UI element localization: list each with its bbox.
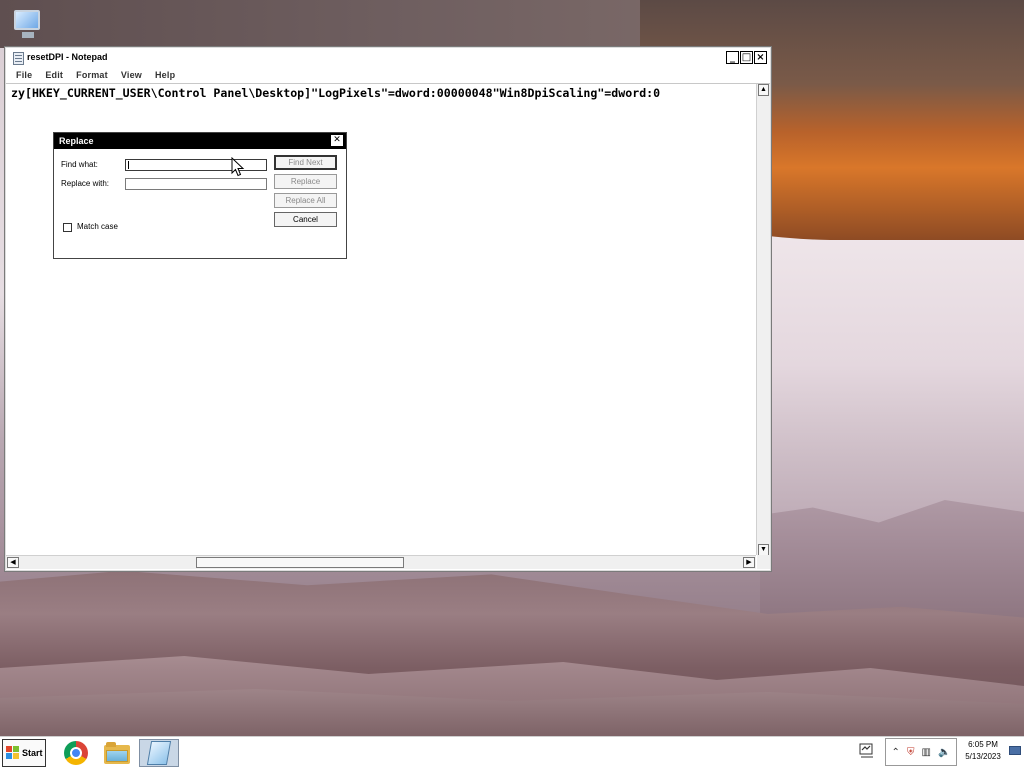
- logo-part: [13, 746, 19, 752]
- replace-with-input[interactable]: [125, 178, 267, 190]
- chevron-up-icon[interactable]: ⌃: [892, 747, 900, 758]
- scrollbar-corner: [757, 555, 770, 569]
- clock-date: 5/13/2023: [965, 752, 1001, 761]
- chrome-icon: [64, 741, 88, 765]
- dialog-close-button[interactable]: ✕: [331, 135, 343, 146]
- window-title: resetDPI - Notepad: [27, 52, 108, 62]
- monitor-stand: [22, 32, 34, 38]
- start-label: Start: [22, 748, 43, 758]
- maximize-button[interactable]: □: [740, 51, 753, 64]
- horizontal-scroll-thumb[interactable]: [196, 557, 404, 568]
- replace-all-button[interactable]: Replace All: [274, 193, 337, 208]
- replace-dialog: Replace ✕ Find what: Replace with: Match…: [53, 132, 347, 259]
- logo-part: [6, 753, 12, 759]
- computer-desktop-icon[interactable]: [8, 6, 44, 42]
- vertical-scrollbar[interactable]: ▲ ▼: [756, 84, 770, 555]
- menu-help[interactable]: Help: [155, 70, 175, 80]
- minimize-button[interactable]: _: [726, 51, 739, 64]
- match-case-checkbox[interactable]: [63, 223, 72, 232]
- replace-button[interactable]: Replace: [274, 174, 337, 189]
- notepad-titlebar[interactable]: resetDPI - Notepad _ □ ×: [6, 48, 770, 68]
- clock-time: 6:05 PM: [968, 740, 998, 749]
- menu-view[interactable]: View: [121, 70, 142, 80]
- start-button[interactable]: Start: [2, 739, 46, 767]
- editor-text-line: zy[HKEY_CURRENT_USER\Control Panel\Deskt…: [11, 86, 661, 100]
- notepad-icon: [146, 741, 172, 765]
- windows-logo-icon: [6, 746, 20, 760]
- network-icon[interactable]: ▥: [922, 747, 931, 758]
- window-controls: _ □ ×: [725, 51, 767, 64]
- taskbar-chrome[interactable]: [56, 739, 96, 767]
- folder-icon: [104, 742, 130, 764]
- mouse-cursor-icon: [231, 157, 245, 177]
- taskbar-notepad[interactable]: [139, 739, 179, 767]
- close-button[interactable]: ×: [754, 51, 767, 64]
- folder-front: [106, 750, 128, 762]
- security-icon[interactable]: ⛨: [907, 747, 915, 758]
- scroll-left-arrow-icon[interactable]: ◀: [7, 557, 19, 568]
- menu-edit[interactable]: Edit: [45, 70, 63, 80]
- volume-icon[interactable]: 🔈: [938, 747, 950, 758]
- wallpaper-sky: [760, 230, 1024, 530]
- replace-with-label: Replace with:: [61, 179, 110, 188]
- action-center-flag-icon[interactable]: [858, 741, 876, 759]
- replace-dialog-titlebar[interactable]: Replace ✕: [54, 133, 346, 149]
- find-what-input[interactable]: [125, 159, 267, 171]
- taskbar-clock[interactable]: 6:05 PM 5/13/2023: [958, 739, 1008, 763]
- taskbar-file-explorer[interactable]: [97, 739, 137, 767]
- menu-format[interactable]: Format: [76, 70, 108, 80]
- logo-part: [6, 746, 12, 752]
- system-tray: ⌃ ⛨ ▥ 🔈: [885, 738, 957, 766]
- notepad-app-icon: [13, 52, 24, 65]
- show-desktop-button[interactable]: [1009, 746, 1021, 755]
- monitor-screen-icon: [14, 10, 40, 30]
- menu-file[interactable]: File: [16, 70, 32, 80]
- cancel-button[interactable]: Cancel: [274, 212, 337, 227]
- logo-part: [13, 753, 19, 759]
- find-next-button[interactable]: Find Next: [274, 155, 337, 170]
- text-caret: [128, 161, 129, 169]
- menu-bar: File Edit Format View Help: [6, 67, 770, 82]
- folder-tab: [106, 742, 116, 747]
- replace-dialog-title: Replace: [59, 136, 94, 146]
- notepad-window: resetDPI - Notepad _ □ × File Edit Forma…: [4, 46, 772, 572]
- scroll-down-arrow-icon[interactable]: ▼: [758, 544, 769, 555]
- scroll-right-arrow-icon[interactable]: ▶: [743, 557, 755, 568]
- find-what-label: Find what:: [61, 160, 98, 169]
- match-case-label: Match case: [77, 222, 118, 231]
- scroll-up-arrow-icon[interactable]: ▲: [758, 84, 769, 96]
- horizontal-scrollbar[interactable]: ◀ ▶: [6, 555, 756, 569]
